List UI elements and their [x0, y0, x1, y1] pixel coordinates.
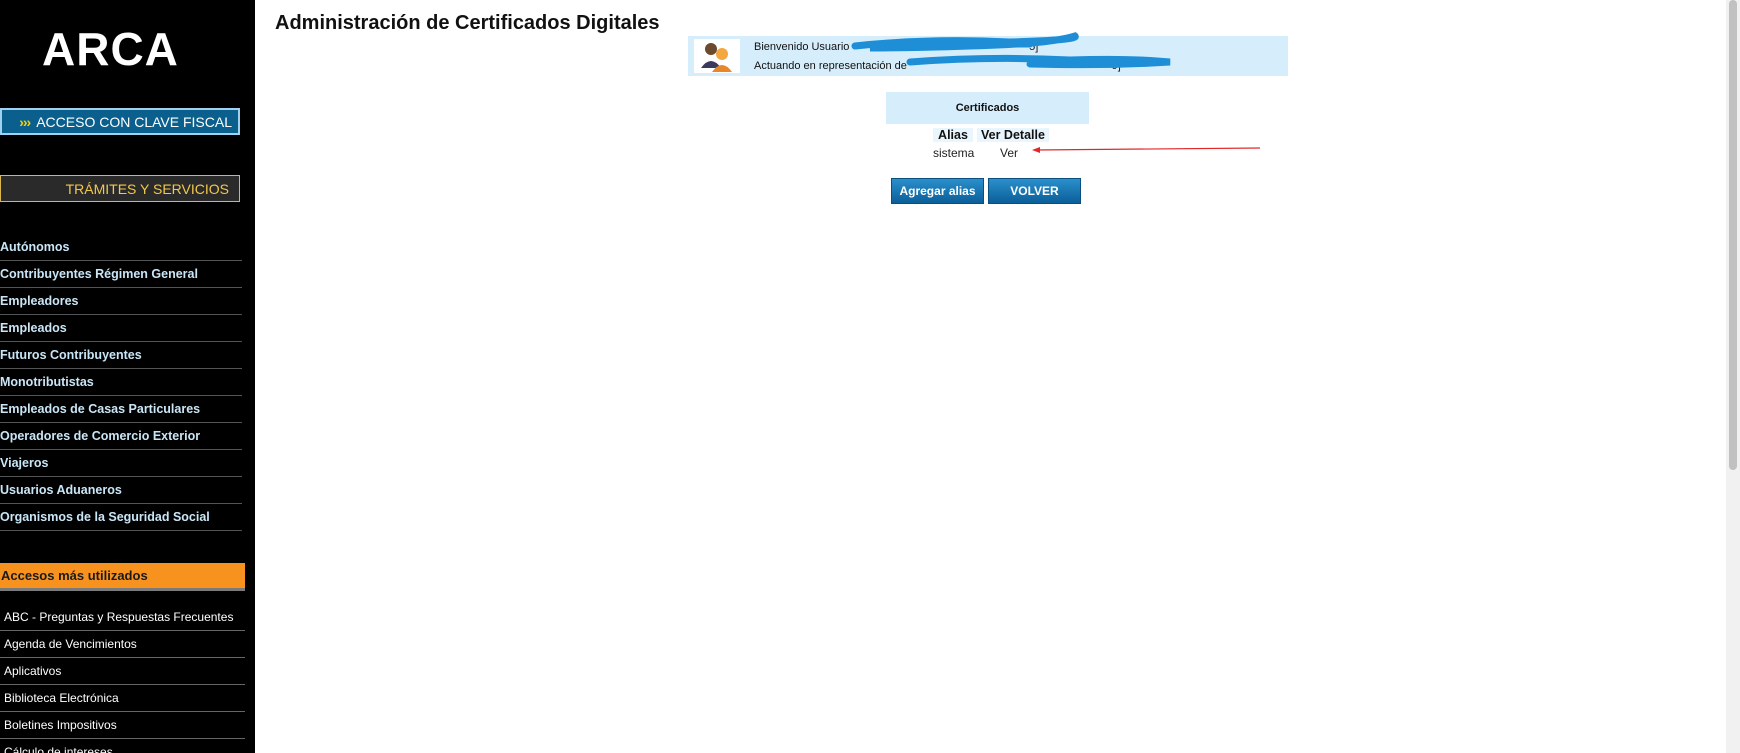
page-title: Administración de Certificados Digitales	[275, 12, 660, 34]
accesos-item-calculo[interactable]: Cálculo de intereses	[0, 739, 245, 753]
sidebar-item-viajeros[interactable]: Viajeros	[0, 450, 242, 477]
certificados-heading: Certificados	[886, 92, 1089, 124]
accesos-item-agenda[interactable]: Agenda de Vencimientos	[0, 631, 245, 658]
tramites-servicios-button[interactable]: TRÁMITES Y SERVICIOS	[0, 175, 240, 202]
triple-chevron-icon: ›››	[19, 113, 31, 130]
sidebar-item-autonomos[interactable]: Autónomos	[0, 234, 242, 261]
users-avatar-icon	[694, 39, 740, 73]
arca-logo[interactable]: ARCA	[42, 22, 179, 76]
sidebar: ARCA ››› ACCESO CON CLAVE FISCAL TRÁMITE…	[0, 0, 255, 753]
welcome-prefix: Bienvenido Usuario	[754, 41, 850, 53]
scrollbar-thumb[interactable]	[1729, 0, 1737, 470]
accesos-item-abc[interactable]: ABC - Preguntas y Respuestas Frecuentes	[0, 604, 245, 631]
accesos-list: ABC - Preguntas y Respuestas Frecuentes …	[0, 604, 245, 753]
sidebar-item-futuros-contribuyentes[interactable]: Futuros Contribuyentes	[0, 342, 242, 369]
clave-fiscal-label: ACCESO CON CLAVE FISCAL	[36, 113, 232, 130]
accesos-item-boletines[interactable]: Boletines Impositivos	[0, 712, 245, 739]
sidebar-item-casas-particulares[interactable]: Empleados de Casas Particulares	[0, 396, 242, 423]
sidebar-item-seguridad-social[interactable]: Organismos de la Seguridad Social	[0, 504, 242, 531]
sidebar-item-usuarios-aduaneros[interactable]: Usuarios Aduaneros	[0, 477, 242, 504]
accesos-header: Accesos más utilizados	[0, 563, 245, 591]
sidebar-item-empleadores[interactable]: Empleadores	[0, 288, 242, 315]
agregar-alias-button[interactable]: Agregar alias	[891, 178, 984, 204]
sidebar-item-regimen-general[interactable]: Contribuyentes Régimen General	[0, 261, 242, 288]
accesos-item-aplicativos[interactable]: Aplicativos	[0, 658, 245, 685]
col-ver-detalle: Ver Detalle	[977, 128, 1049, 142]
sidebar-item-monotributistas[interactable]: Monotributistas	[0, 369, 242, 396]
redaction-scribble	[851, 32, 1171, 69]
clave-fiscal-button[interactable]: ››› ACCESO CON CLAVE FISCAL	[0, 108, 240, 135]
certificate-alias: sistema	[933, 146, 975, 160]
accesos-item-biblioteca[interactable]: Biblioteca Electrónica	[0, 685, 245, 712]
certificates-table-header: Alias Ver Detalle	[933, 128, 1049, 142]
sidebar-nav: Autónomos Contribuyentes Régimen General…	[0, 234, 242, 531]
annotation-arrow	[1032, 147, 1261, 153]
sidebar-item-comercio-exterior[interactable]: Operadores de Comercio Exterior	[0, 423, 242, 450]
col-alias: Alias	[933, 128, 973, 142]
volver-button[interactable]: VOLVER	[988, 178, 1081, 204]
ver-detail-link[interactable]: Ver	[1000, 146, 1018, 160]
sidebar-item-empleados[interactable]: Empleados	[0, 315, 242, 342]
